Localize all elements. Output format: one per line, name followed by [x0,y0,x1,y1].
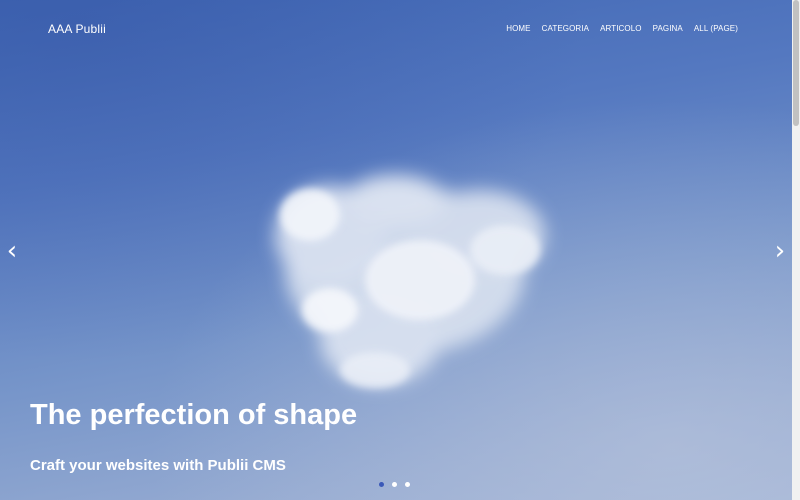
nav-item-categoria[interactable]: CATEGORIA [542,24,589,33]
main-navigation: HOME CATEGORIA ARTICOLO PAGINA ALL (PAGE… [506,24,738,33]
chevron-left-icon[interactable]: ‹ [2,236,22,266]
scrollbar-thumb[interactable] [793,0,799,126]
page-scrollbar[interactable] [792,0,800,500]
nav-item-articolo[interactable]: ARTICOLO [600,24,642,33]
site-logo-link[interactable]: AAA Publii [48,22,106,36]
slider-dot-3[interactable] [405,482,410,487]
slider-dot-2[interactable] [392,482,397,487]
slider-pagination [379,482,410,487]
slide-subheadline: Craft your websites with Publii CMS [30,457,286,474]
nav-item-pagina[interactable]: PAGINA [653,24,683,33]
chevron-right-icon[interactable]: › [770,236,790,266]
hero-slider: AAA Publii HOME CATEGORIA ARTICOLO PAGIN… [0,0,792,500]
nav-item-all-page[interactable]: ALL (PAGE) [694,24,738,33]
slider-dot-1[interactable] [379,482,384,487]
slide-headline: The perfection of shape [30,399,358,431]
nav-item-home[interactable]: HOME [506,24,530,33]
